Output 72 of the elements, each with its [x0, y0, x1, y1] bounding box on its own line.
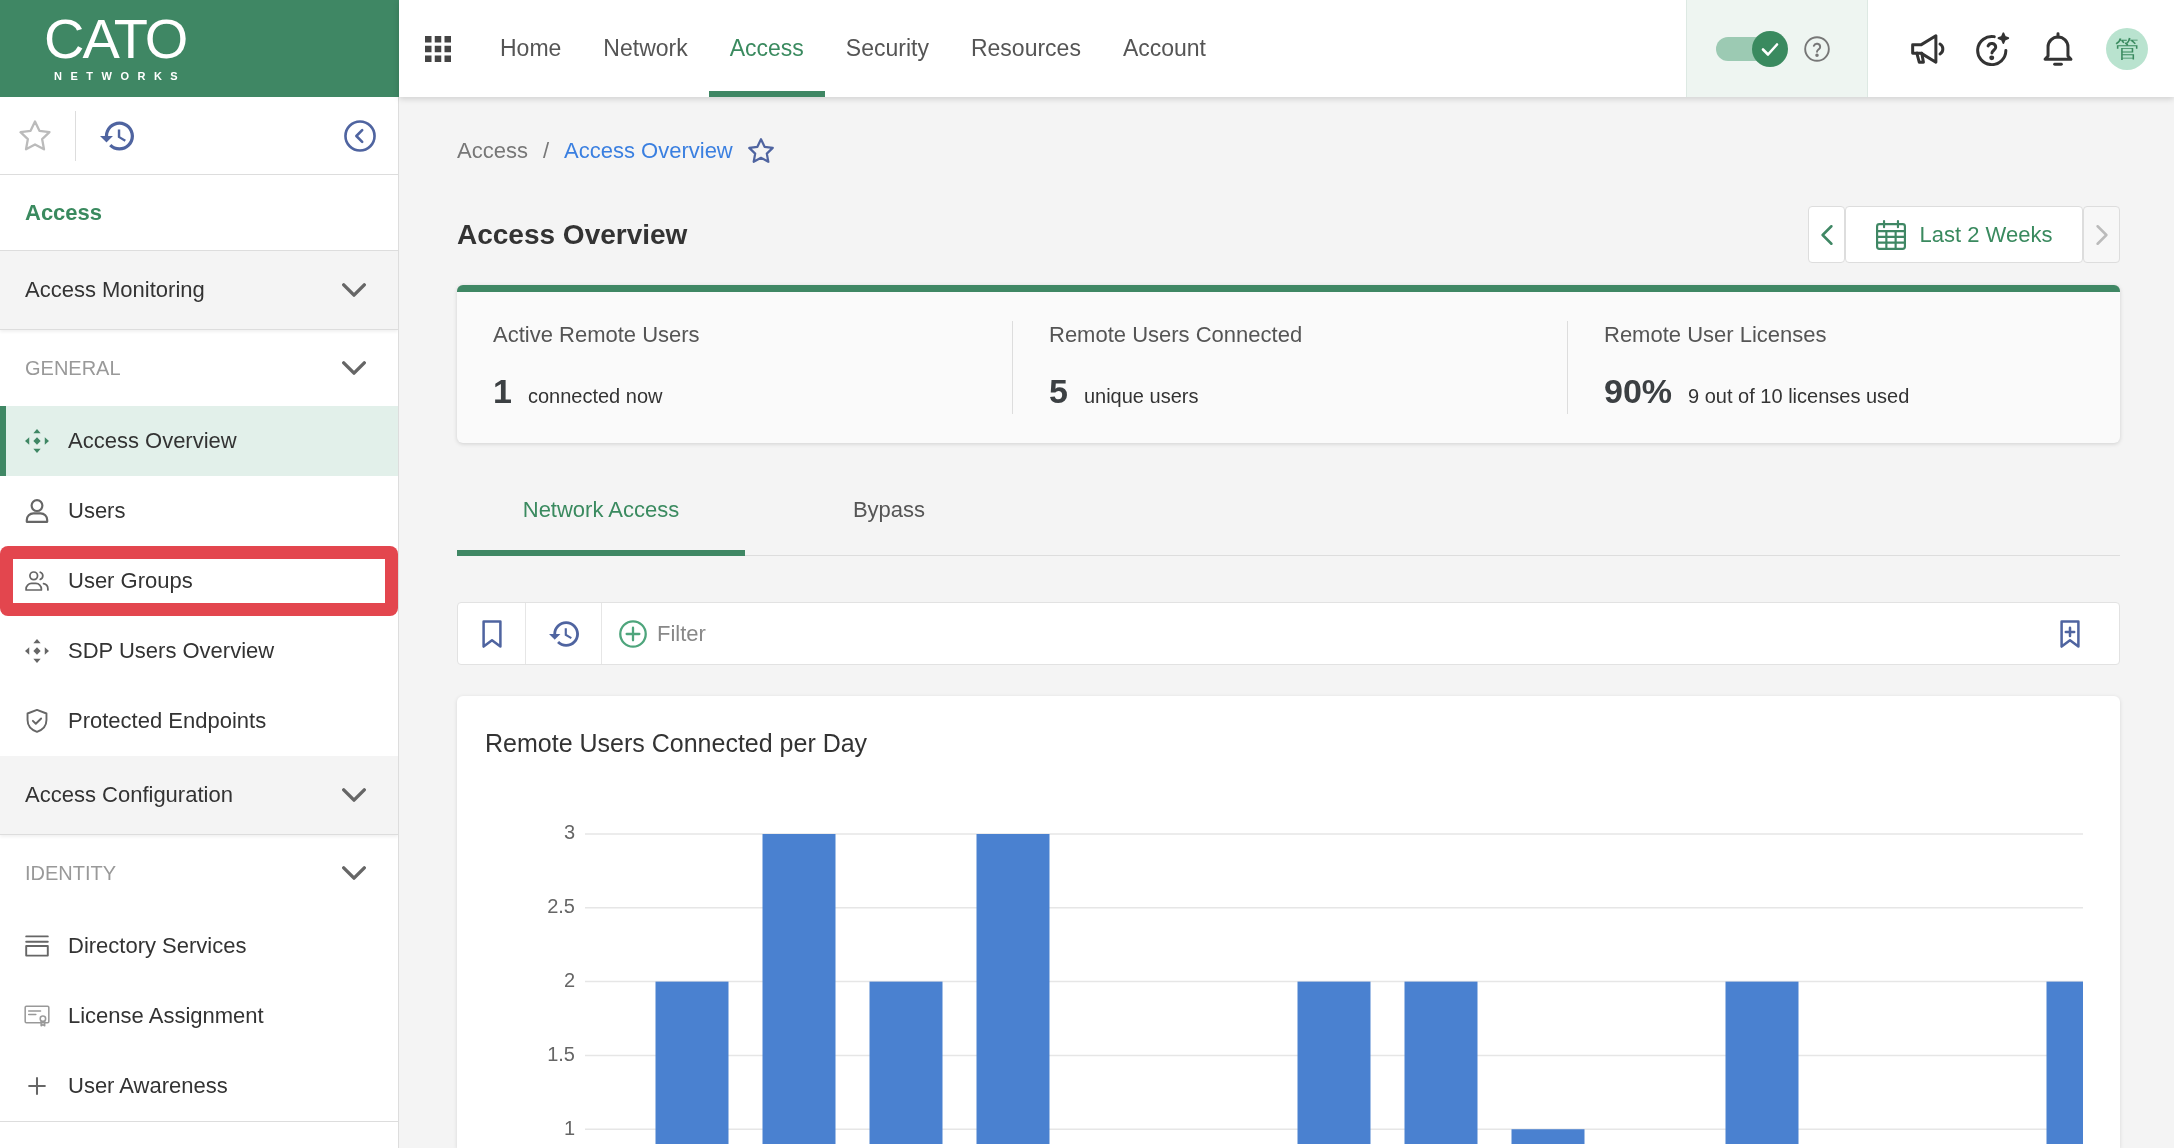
four-arrows-icon [25, 639, 49, 663]
nav-tab[interactable]: Network [582, 0, 709, 97]
tab[interactable]: Bypass [745, 470, 1033, 556]
stat-detail: 9 out of 10 licenses used [1688, 385, 1910, 408]
nav-tab[interactable]: Home [479, 0, 583, 97]
sidebar-item[interactable]: User Groups [0, 546, 398, 616]
breadcrumb-item: Access [457, 138, 528, 164]
calendar-icon [1875, 219, 1906, 250]
bookmark-icon[interactable] [480, 619, 503, 648]
axis-tick-label: 1.5 [547, 1042, 575, 1065]
nav-tab[interactable]: Security [824, 0, 950, 97]
help-icon[interactable] [1804, 35, 1830, 62]
axis-tick-label: 2.5 [547, 895, 575, 918]
help-sparkle-icon[interactable] [1976, 31, 2010, 66]
filter-field[interactable]: Filter [657, 613, 2039, 654]
previous-button[interactable] [1808, 206, 1845, 263]
chart-title: Remote Users Connected per Day [485, 728, 868, 758]
chevron-down-icon [342, 361, 366, 375]
sidebar-item[interactable]: License Assignment [0, 981, 398, 1051]
history-icon[interactable] [100, 120, 134, 151]
bell-icon[interactable] [2041, 31, 2075, 66]
bookmark-plus-icon[interactable] [2059, 619, 2081, 648]
four-arrows-icon [25, 429, 49, 453]
logo-wordmark: CATO [44, 15, 187, 62]
chevron-down-icon [342, 866, 366, 880]
sidebar-item[interactable]: SDP Users Overview [0, 616, 398, 686]
tab[interactable]: Network Access [457, 470, 745, 556]
plus-icon [28, 1077, 46, 1095]
user-icon [25, 499, 49, 523]
star-icon[interactable] [19, 119, 51, 152]
star-icon[interactable] [747, 138, 774, 164]
stat-label: Remote Users Connected [1049, 321, 1303, 349]
plus-circle-icon [619, 619, 647, 648]
chevron-down-icon [342, 788, 366, 802]
history-icon[interactable] [548, 620, 579, 647]
certificate-icon [24, 1005, 50, 1027]
nav-tab[interactable]: Resources [949, 0, 1102, 97]
stat-value: 90% [1604, 371, 1673, 411]
stat-detail: connected now [527, 385, 663, 408]
sidebar-item[interactable]: User Awareness [0, 1051, 398, 1121]
stat-label: Remote User Licenses [1604, 321, 1827, 349]
filter-bar[interactable]: Filter [457, 602, 2120, 665]
sidebar-title: Access [25, 199, 103, 226]
sidebar-group-header[interactable]: Access Configuration [0, 756, 398, 835]
collapse-icon[interactable] [344, 119, 376, 152]
breadcrumb-link[interactable]: Access Overview [564, 138, 733, 164]
toggle-switch[interactable] [1714, 28, 1790, 69]
stat-detail: unique users [1083, 385, 1199, 408]
chevron-down-icon [342, 283, 366, 297]
breadcrumb-separator: / [542, 138, 550, 164]
sidebar-item[interactable]: Directory Services [0, 911, 398, 981]
nav-tab[interactable]: Account [1101, 0, 1227, 97]
logo-tagline: NETWORKS [54, 69, 187, 82]
date-range-button[interactable]: Last 2 Weeks [1845, 206, 2083, 263]
axis-tick-label: 2 [563, 968, 575, 991]
chevron-right-icon [2095, 224, 2108, 245]
sidebar-item[interactable]: Users [0, 476, 398, 546]
sidebar-group-header[interactable]: Access Monitoring [0, 251, 398, 330]
shield-check-icon [26, 709, 48, 733]
stacked-rectangles-icon [25, 935, 49, 957]
app-grid-icon[interactable] [425, 35, 451, 62]
sidebar-item[interactable]: Access Overview [0, 406, 398, 476]
stat-label: Active Remote Users [493, 321, 700, 349]
page-title: Access Overview [457, 218, 688, 251]
megaphone-icon[interactable] [1911, 31, 1945, 66]
sidebar-item[interactable]: Protected Endpoints [0, 686, 398, 756]
stat-value: 5 [1049, 371, 1068, 411]
axis-tick-label: 3 [563, 821, 575, 844]
axis-tick-label: 1 [563, 1116, 575, 1139]
chevron-left-icon [1820, 224, 1833, 245]
stat-value: 1 [493, 371, 512, 411]
two-people-icon [25, 569, 49, 593]
